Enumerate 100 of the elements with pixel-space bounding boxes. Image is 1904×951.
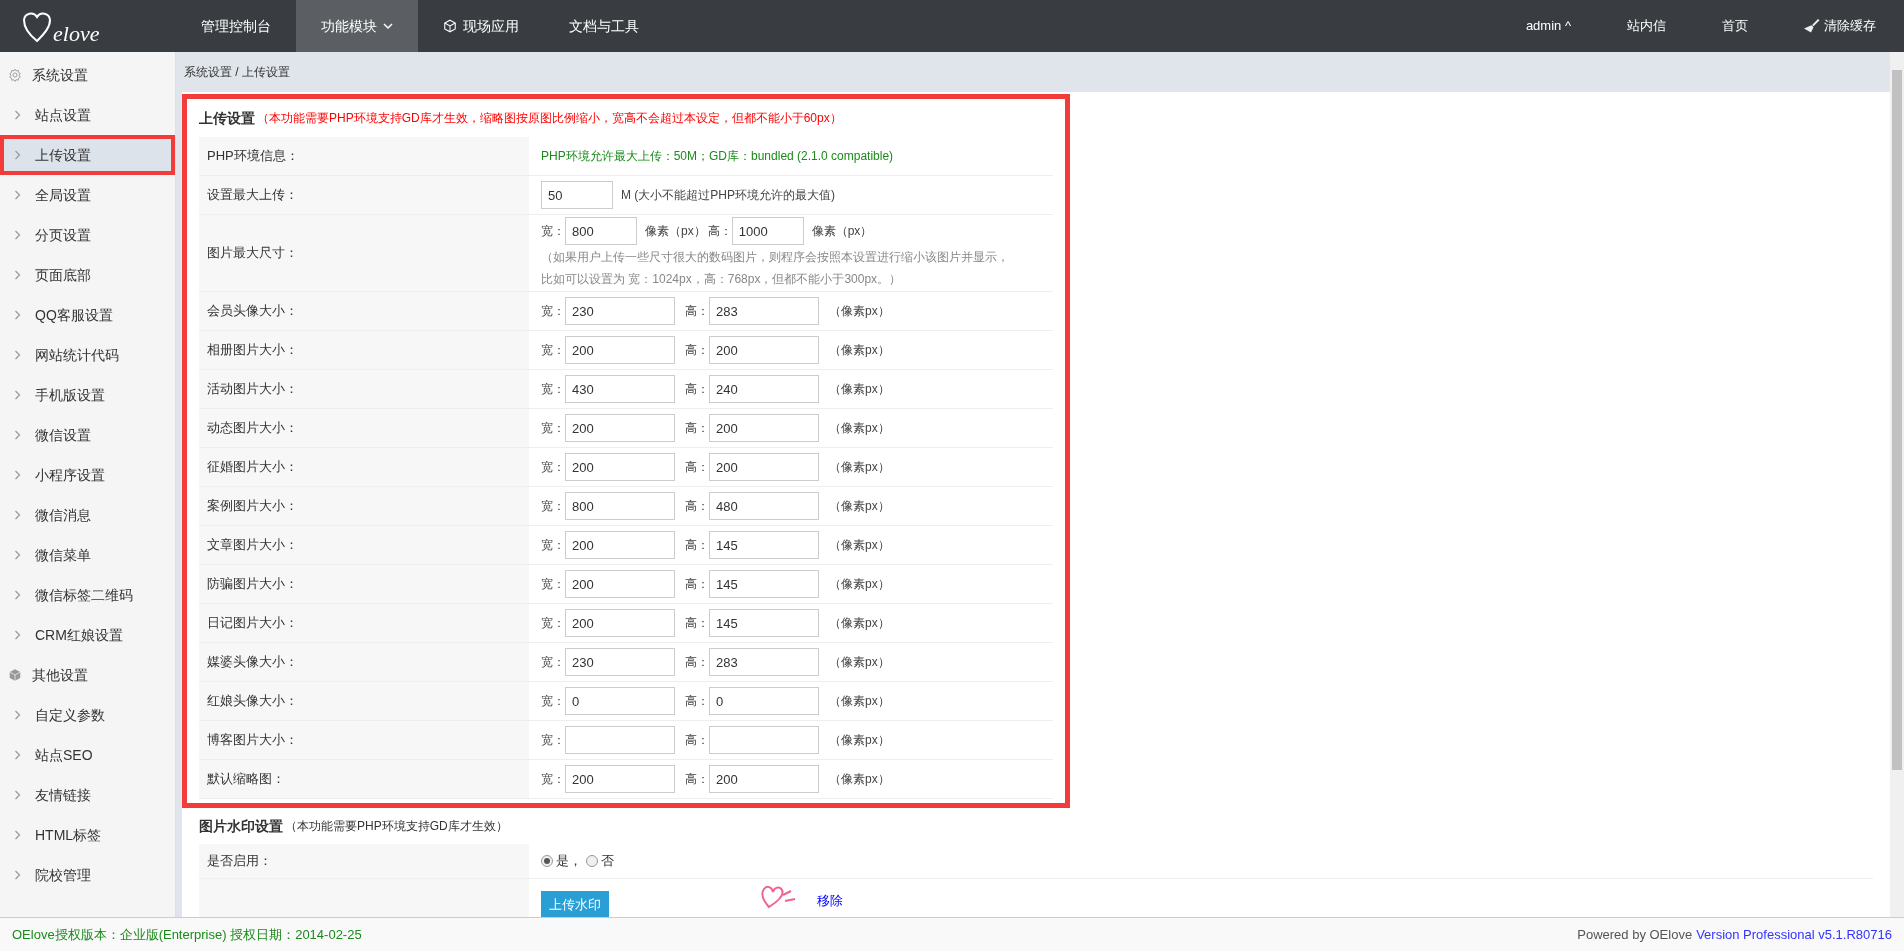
- chevron-right-icon: [14, 830, 21, 840]
- number-field[interactable]: 800: [565, 217, 637, 245]
- nav-tab[interactable]: 管理控制台: [176, 0, 296, 52]
- radio-option[interactable]: 否: [586, 851, 614, 871]
- sidebar-item[interactable]: 微信消息: [0, 495, 175, 535]
- sidebar-item[interactable]: 自定义参数: [0, 695, 175, 735]
- logo[interactable]: elove: [0, 0, 176, 52]
- number-field[interactable]: 283: [709, 297, 819, 325]
- number-field[interactable]: 145: [709, 609, 819, 637]
- height-label: 高：: [685, 537, 709, 554]
- chevron-right-icon: [14, 510, 21, 520]
- breadcrumb: 系统设置 / 上传设置: [184, 64, 290, 81]
- height-label: 高：: [685, 771, 709, 788]
- width-label: 宽：: [541, 693, 565, 710]
- nav-tab[interactable]: 文档与工具: [544, 0, 664, 52]
- number-field[interactable]: 200: [565, 570, 675, 598]
- sidebar-item[interactable]: 站点SEO: [0, 735, 175, 775]
- number-field[interactable]: 800: [565, 492, 675, 520]
- chevron-right-icon: [14, 630, 21, 640]
- chevron-right-icon: [14, 550, 21, 560]
- width-label: 宽：: [541, 420, 565, 437]
- number-field[interactable]: 200: [709, 414, 819, 442]
- height-label: 高：: [685, 615, 709, 632]
- number-field[interactable]: 200: [565, 609, 675, 637]
- chevron-right-icon: [14, 270, 21, 280]
- chevron-right-icon: [14, 710, 21, 720]
- height-label: 高：: [685, 576, 709, 593]
- number-field[interactable]: 240: [709, 375, 819, 403]
- number-field[interactable]: 230: [565, 648, 675, 676]
- sidebar-item[interactable]: 站点设置: [0, 95, 175, 135]
- header-link[interactable]: admin ^: [1497, 0, 1599, 52]
- nav-tab[interactable]: 功能模块: [296, 0, 418, 52]
- width-label: 宽：: [541, 732, 565, 749]
- scrollbar[interactable]: [1890, 52, 1904, 917]
- number-field[interactable]: 200: [565, 336, 675, 364]
- number-field[interactable]: 230: [565, 297, 675, 325]
- unit-text: （像素px）: [829, 615, 890, 632]
- unit-text: （像素px）: [829, 342, 890, 359]
- width-label: 宽：: [541, 615, 565, 632]
- sidebar-item[interactable]: 页面底部: [0, 255, 175, 295]
- sidebar-item[interactable]: QQ客服设置: [0, 295, 175, 335]
- number-field[interactable]: 283: [709, 648, 819, 676]
- field-label: 默认缩略图：: [207, 770, 285, 789]
- sidebar-item[interactable]: 微信设置: [0, 415, 175, 455]
- php-info-text: PHP环境允许最大上传：50M；GD库：bundled (2.1.0 compatible): [541, 148, 894, 165]
- chevron-right-icon: [14, 230, 21, 240]
- number-field[interactable]: 200: [565, 453, 675, 481]
- number-field[interactable]: 430: [565, 375, 675, 403]
- number-field[interactable]: [565, 726, 675, 754]
- height-label: 高：: [685, 459, 709, 476]
- number-field[interactable]: 200: [709, 765, 819, 793]
- header-link[interactable]: 站内信: [1599, 0, 1694, 52]
- sidebar-group[interactable]: 系统设置: [0, 55, 175, 95]
- unit-text: 像素（px）: [811, 223, 873, 240]
- sidebar-item[interactable]: 微信菜单: [0, 535, 175, 575]
- number-field[interactable]: 50: [541, 181, 613, 209]
- unit-text: （像素px）: [829, 576, 890, 593]
- section-title: 上传设置: [199, 108, 255, 128]
- sidebar-item[interactable]: 全局设置: [0, 175, 175, 215]
- chevron-right-icon: [14, 590, 21, 600]
- chevron-right-icon: [14, 790, 21, 800]
- sidebar-item[interactable]: CRM红娘设置: [0, 615, 175, 655]
- sidebar-item[interactable]: HTML标签: [0, 815, 175, 855]
- cube-icon: [8, 668, 22, 682]
- height-label: 高：: [685, 342, 709, 359]
- number-field[interactable]: [709, 726, 819, 754]
- radio-option[interactable]: 是，: [541, 851, 582, 871]
- nav-tab[interactable]: 现场应用: [418, 0, 544, 52]
- sidebar-item[interactable]: 友情链接: [0, 775, 175, 815]
- number-field[interactable]: 0: [565, 687, 675, 715]
- header-link[interactable]: 清除缓存: [1776, 0, 1904, 52]
- number-field[interactable]: 200: [565, 531, 675, 559]
- width-label: 宽：: [541, 342, 565, 359]
- remove-link[interactable]: 移除: [817, 891, 843, 911]
- sidebar-item[interactable]: 小程序设置: [0, 455, 175, 495]
- number-field[interactable]: 200: [709, 336, 819, 364]
- number-field[interactable]: 200: [565, 765, 675, 793]
- number-field[interactable]: 0: [709, 687, 819, 715]
- number-field[interactable]: 145: [709, 531, 819, 559]
- height-label: 高：: [685, 732, 709, 749]
- sidebar-group[interactable]: 其他设置: [0, 655, 175, 695]
- header-link[interactable]: 首页: [1694, 0, 1776, 52]
- sidebar-item[interactable]: 分页设置: [0, 215, 175, 255]
- number-field[interactable]: 200: [565, 414, 675, 442]
- sidebar-item[interactable]: 手机版设置: [0, 375, 175, 415]
- sidebar-item[interactable]: 网站统计代码: [0, 335, 175, 375]
- sidebar-item[interactable]: 上传设置: [0, 135, 175, 175]
- height-label: 高：: [685, 381, 709, 398]
- width-label: 宽：: [541, 576, 565, 593]
- number-field[interactable]: 1000: [731, 217, 804, 245]
- number-field[interactable]: 145: [709, 570, 819, 598]
- chevron-right-icon: [14, 870, 21, 880]
- number-field[interactable]: 200: [709, 453, 819, 481]
- version-link[interactable]: Version Professional v5.1.R80716: [1696, 924, 1892, 945]
- hint-text: （如果用户上传一些尺寸很大的数码图片，则程序会按照本设置进行缩小该图片并显示，: [541, 249, 1009, 266]
- number-field[interactable]: 480: [709, 492, 819, 520]
- sidebar-item[interactable]: 院校管理: [0, 855, 175, 895]
- sidebar-item[interactable]: 微信标签二维码: [0, 575, 175, 615]
- field-label: 是否启用：: [207, 852, 272, 871]
- width-label: 宽：: [541, 654, 565, 671]
